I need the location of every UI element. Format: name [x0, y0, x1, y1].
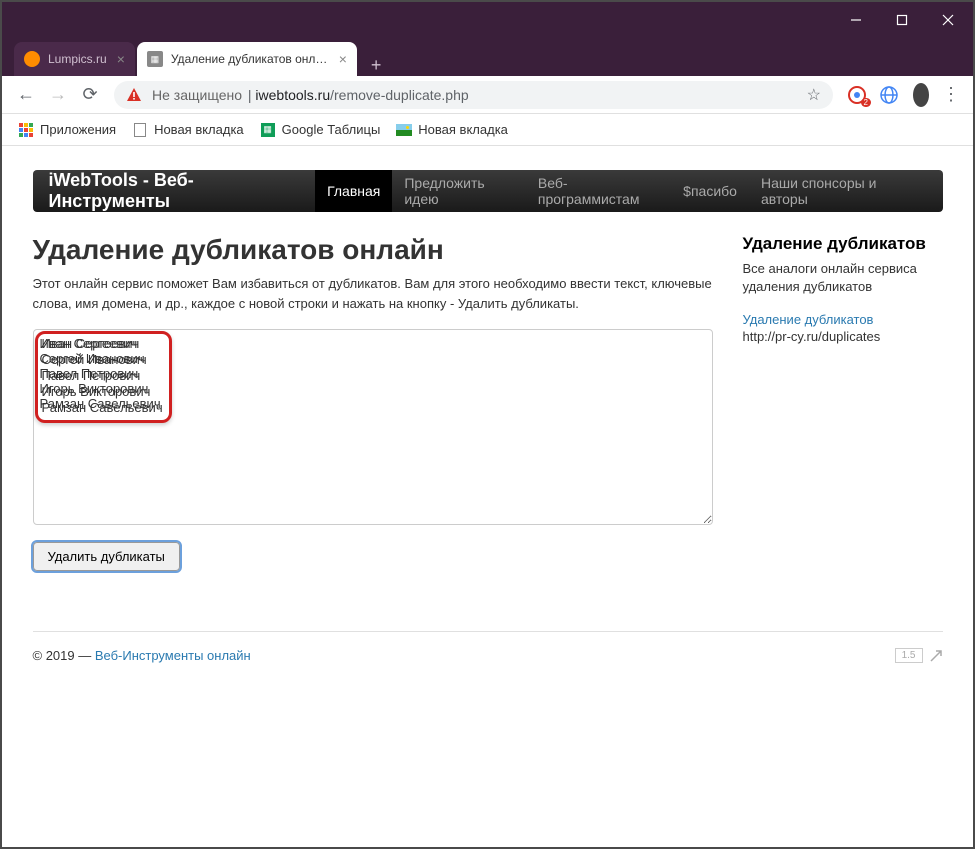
bookmark-item[interactable]: Новая вкладка: [388, 122, 516, 138]
window-minimize-button[interactable]: [833, 2, 879, 38]
bookmark-item[interactable]: Новая вкладка: [124, 122, 252, 138]
sidebar-heading: Удаление дубликатов: [743, 234, 943, 254]
site-brand[interactable]: iWebTools - Веб-Инструменты: [49, 170, 296, 212]
bookmark-item[interactable]: ▦ Google Таблицы: [252, 122, 389, 138]
duplicates-textarea[interactable]: [33, 329, 713, 525]
url-text: | iwebtools.ru/remove-duplicate.php: [244, 87, 469, 103]
window-titlebar: [2, 2, 973, 38]
reload-button[interactable]: ⟳: [74, 79, 106, 111]
nav-devs[interactable]: Веб-программистам: [526, 170, 671, 212]
security-label: Не защищено: [152, 87, 242, 103]
bookmarks-bar: Приложения Новая вкладка ▦ Google Таблиц…: [2, 114, 973, 146]
tab-close-icon[interactable]: ×: [117, 51, 125, 67]
footer-counter: 1.5: [895, 648, 943, 663]
extension-icon[interactable]: [875, 81, 903, 109]
extension-badge: 2: [861, 98, 871, 107]
browser-tab-inactive[interactable]: Lumpics.ru ×: [14, 42, 135, 76]
bookmark-apps[interactable]: Приложения: [10, 122, 124, 138]
address-bar[interactable]: Не защищено | iwebtools.ru/remove-duplic…: [114, 81, 833, 109]
tab-title: Удаление дубликатов онлайн: [171, 52, 329, 66]
window-maximize-button[interactable]: [879, 2, 925, 38]
new-tab-button[interactable]: +: [359, 55, 394, 76]
window-close-button[interactable]: [925, 2, 971, 38]
nav-sponsors[interactable]: Наши спонсоры и авторы: [749, 170, 927, 212]
browser-tab-active[interactable]: ▦ Удаление дубликатов онлайн ×: [137, 42, 357, 76]
image-icon: [396, 122, 412, 138]
forward-button[interactable]: →: [42, 79, 74, 111]
page-description: Этот онлайн сервис поможет Вам избавитьс…: [33, 274, 713, 313]
tab-title: Lumpics.ru: [48, 52, 107, 66]
apps-grid-icon: [18, 122, 34, 138]
nav-home[interactable]: Главная: [315, 170, 392, 212]
page-content: iWebTools - Веб-Инструменты Главная Пред…: [2, 146, 973, 847]
security-warning-icon: [126, 87, 146, 103]
tab-close-icon[interactable]: ×: [339, 51, 347, 67]
sidebar-description: Все аналоги онлайн сервиса удаления дубл…: [743, 260, 943, 296]
sidebar-url: http://pr-cy.ru/duplicates: [743, 329, 943, 344]
bookmark-star-icon[interactable]: ☆: [807, 85, 821, 105]
extension-icon[interactable]: 2: [843, 81, 871, 109]
copyright-text: © 2019 —: [33, 648, 95, 663]
site-navbar: iWebTools - Веб-Инструменты Главная Пред…: [33, 170, 943, 212]
nav-thanks[interactable]: $пасибо: [671, 170, 749, 212]
back-button[interactable]: ←: [10, 79, 42, 111]
browser-menu-button[interactable]: ⋮: [937, 84, 965, 105]
document-icon: [132, 122, 148, 138]
browser-toolbar: ← → ⟳ Не защищено | iwebtools.ru/remove-…: [2, 76, 973, 114]
tab-favicon: [24, 51, 40, 67]
browser-tabstrip: Lumpics.ru × ▦ Удаление дубликатов онлай…: [2, 38, 973, 76]
page-heading: Удаление дубликатов онлайн: [33, 234, 713, 266]
nav-suggest[interactable]: Предложить идею: [392, 170, 526, 212]
profile-avatar[interactable]: [907, 81, 935, 109]
tab-favicon: ▦: [147, 51, 163, 67]
footer-link[interactable]: Веб-Инструменты онлайн: [95, 648, 251, 663]
sidebar-link[interactable]: Удаление дубликатов: [743, 312, 943, 327]
remove-duplicates-button[interactable]: Удалить дубликаты: [33, 542, 180, 571]
page-footer: © 2019 — Веб-Инструменты онлайн 1.5: [33, 631, 943, 663]
sheets-icon: ▦: [260, 122, 276, 138]
